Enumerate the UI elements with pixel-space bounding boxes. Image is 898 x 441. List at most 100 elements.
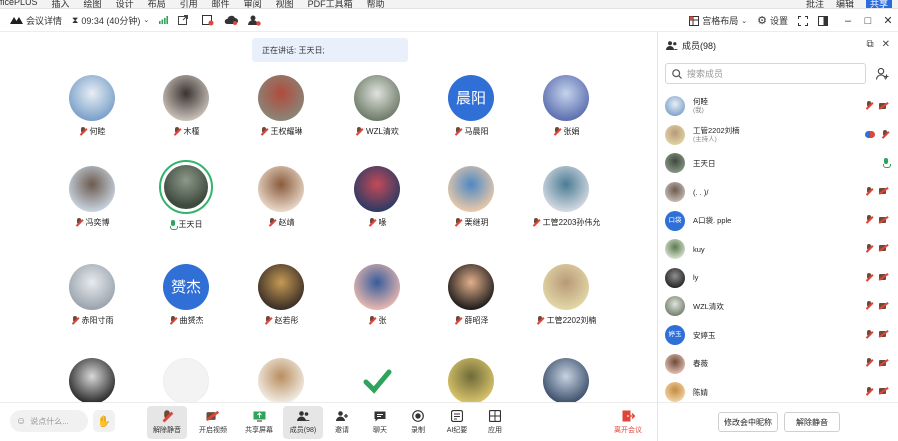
participant-tile[interactable]: 晨阳 马晨阳 <box>423 75 519 137</box>
participant-tile[interactable]: 喙 <box>329 166 425 228</box>
close-icon[interactable]: ✕ <box>882 39 890 50</box>
ribbon-menu-item[interactable]: 帮助 <box>367 0 385 8</box>
member-name: 春薇 <box>693 359 708 369</box>
participant-name-row: 王权耀琳 <box>233 126 329 137</box>
participant-tile[interactable] <box>138 358 234 402</box>
participant-tile[interactable]: 赵靖 <box>233 166 329 228</box>
leave-meeting-button[interactable]: 离开会议 <box>608 406 648 439</box>
member-avatar <box>665 153 685 174</box>
minimize-icon[interactable]: – <box>838 15 858 27</box>
member-row[interactable]: 春薇 <box>658 349 898 378</box>
share-screen-button[interactable]: 共享屏幕 <box>239 406 279 439</box>
ribbon-menu-item[interactable]: 引用 <box>180 0 198 8</box>
cloud-icon[interactable] <box>224 15 239 25</box>
participant-tile[interactable]: 工管2202刘楠 <box>518 264 614 326</box>
chat-button[interactable]: 聊天 <box>360 406 400 439</box>
invite-button[interactable]: 邀请 <box>322 406 362 439</box>
participant-tile[interactable]: 王天日 <box>138 160 234 230</box>
maximize-icon[interactable]: □ <box>858 15 878 27</box>
grid-layout-button[interactable]: 宫格布局 ⌄ <box>689 14 747 27</box>
participant-tile[interactable]: 木槿 <box>138 75 234 137</box>
participant-tile[interactable]: 赵若彤 <box>233 264 329 326</box>
participant-tile[interactable]: 赟杰 曲赟杰 <box>138 264 234 326</box>
search-icon <box>672 68 682 79</box>
close-icon[interactable]: ✕ <box>878 14 898 27</box>
mic-off-icon <box>865 386 873 396</box>
ribbon-menu-item[interactable]: 邮件 <box>212 0 230 8</box>
participant-tile[interactable]: 何睦 <box>44 75 140 137</box>
record-button[interactable]: 录制 <box>398 406 438 439</box>
ribbon-menu-item[interactable]: 绘图 <box>84 0 102 8</box>
participant-tile[interactable] <box>329 358 425 402</box>
start-video-button[interactable]: 开启视频 <box>193 406 233 439</box>
participant-tile[interactable]: 张 <box>329 264 425 326</box>
participant-name: 木槿 <box>183 127 200 136</box>
participant-tile[interactable]: 工管2203孙伟允 <box>518 166 614 228</box>
mic-off-icon <box>865 272 873 282</box>
member-row[interactable]: 何睦 (我) <box>658 92 898 121</box>
member-row[interactable]: WZL清欢 <box>658 292 898 321</box>
participant-tile[interactable] <box>233 358 329 402</box>
member-search-input[interactable]: 搜索成员 <box>665 63 866 84</box>
participant-tile[interactable]: 张娟 <box>518 75 614 137</box>
member-row[interactable]: 工管2202刘楠 (主持人) <box>658 121 898 150</box>
member-row[interactable]: 王天日 <box>658 149 898 178</box>
ribbon-menu-item[interactable]: PDF工具箱 <box>308 0 353 8</box>
ribbon-menu-item[interactable]: 视图 <box>276 0 294 8</box>
member-name: WZL清欢 <box>693 301 724 311</box>
bottom-toolbar: ☺ 说点什么... ✋ 解除静音 开启视频 共享屏幕 成员(98) 邀请 聊天 … <box>0 402 657 441</box>
sidebar-toggle-icon[interactable] <box>818 15 828 26</box>
member-avatar <box>665 382 685 403</box>
people-security-icon[interactable] <box>248 15 261 26</box>
ribbon-menu-item[interactable]: 审阅 <box>244 0 262 8</box>
member-name: 工管2202刘楠 <box>693 125 740 135</box>
meeting-details-button[interactable]: 会议详情 <box>10 14 62 27</box>
participant-tile[interactable]: 冯奕博 <box>44 166 140 228</box>
ribbon-menu-item[interactable]: 设计 <box>116 0 134 8</box>
apps-button[interactable]: 应用 <box>475 406 515 439</box>
member-row[interactable]: 婷玉 安婷玉 <box>658 321 898 350</box>
members-button[interactable]: 成员(98) <box>283 406 323 439</box>
member-row[interactable]: 口袋 A口袋. pple <box>658 206 898 235</box>
participant-tile[interactable]: 栗继玥 <box>423 166 519 228</box>
settings-button[interactable]: ⚙ 设置 <box>757 14 788 27</box>
fullscreen-icon[interactable] <box>798 15 808 26</box>
quick-chat-input[interactable]: ☺ 说点什么... <box>10 410 88 432</box>
camera-off-icon <box>879 187 889 195</box>
ribbon-edit[interactable]: 编辑 <box>836 0 854 8</box>
mic-off-icon <box>71 316 79 325</box>
mic-off-icon <box>260 127 268 136</box>
member-row[interactable]: kuy <box>658 235 898 264</box>
participant-tile[interactable]: WZL清欢 <box>329 75 425 137</box>
raise-hand-button[interactable]: ✋ <box>93 410 115 432</box>
pop-out-icon[interactable] <box>178 15 189 25</box>
participant-tile[interactable]: 赤阳寸雨 <box>44 264 140 326</box>
participant-avatar <box>258 75 304 121</box>
add-member-button[interactable] <box>872 63 893 84</box>
member-name-block: WZL清欢 <box>693 302 724 311</box>
ribbon-menu-item[interactable]: 插入 <box>52 0 70 8</box>
mic-off-icon <box>865 358 873 367</box>
rename-button[interactable]: 修改会中昵称 <box>718 412 778 432</box>
participant-tile[interactable] <box>44 358 140 402</box>
ai-summary-button[interactable]: AI纪要 <box>437 406 477 439</box>
meeting-timer[interactable]: ⧗ 09:34 (40分钟) ⌄ <box>72 14 149 27</box>
ribbon-menu-item[interactable]: 布局 <box>148 0 166 8</box>
member-row[interactable]: (. . )/ <box>658 178 898 207</box>
participant-tile[interactable]: 薛昭泽 <box>423 264 519 326</box>
mic-off-icon <box>865 329 873 339</box>
no-recording-icon[interactable] <box>202 14 214 26</box>
participant-tile[interactable] <box>423 358 519 402</box>
ribbon-comment[interactable]: 批注 <box>806 0 824 8</box>
participant-tile[interactable] <box>518 358 614 402</box>
unmute-button[interactable]: 解除静音 <box>147 406 187 439</box>
participant-tile[interactable]: 王权耀琳 <box>233 75 329 137</box>
member-row[interactable]: ly <box>658 264 898 293</box>
ribbon-menu-item[interactable]: ficePLUS <box>0 0 38 8</box>
pop-out-icon[interactable]: ⧉ <box>866 39 873 50</box>
ribbon-share-button[interactable]: 共享 <box>865 0 892 8</box>
participant-name-row: 赵若彤 <box>233 315 329 326</box>
members-panel-title: 成员(98) <box>682 41 717 51</box>
mic-off-icon <box>368 218 376 227</box>
unmute-self-button[interactable]: 解除静音 <box>784 412 840 432</box>
